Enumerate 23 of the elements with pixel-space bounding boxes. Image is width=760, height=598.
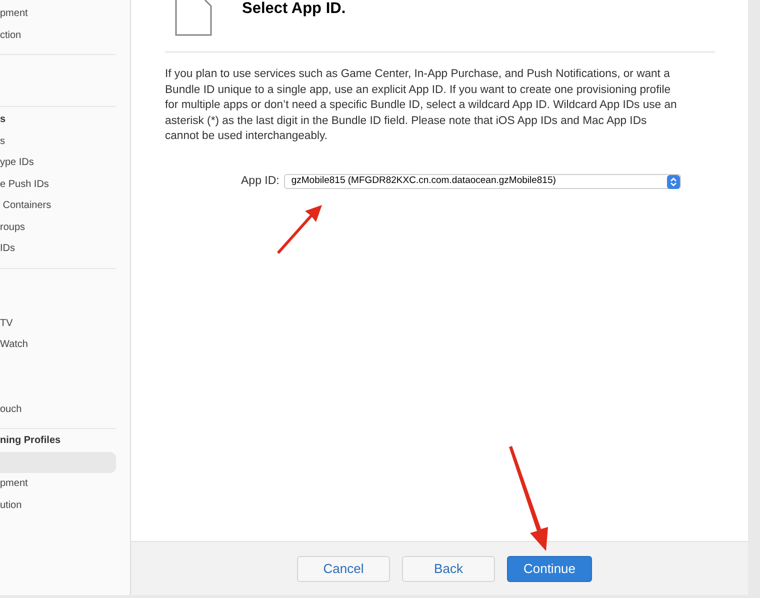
- secondary-button[interactable]: Cancel: [297, 556, 390, 582]
- sidebar-item[interactable]: TV: [0, 316, 13, 331]
- sidebar-heading: s: [0, 113, 6, 128]
- app-id-label: App ID:: [241, 174, 280, 189]
- continue-button[interactable]: Continue: [507, 556, 592, 582]
- sidebar-item[interactable]: pment: [0, 476, 28, 492]
- sidebar-item[interactable]: s: [0, 134, 5, 149]
- sidebar-item[interactable]: pment: [0, 6, 28, 22]
- sidebar-item[interactable]: Watch: [0, 337, 28, 352]
- sidebar-item[interactable]: ouch: [0, 402, 22, 417]
- page-title: Select App ID.: [242, 0, 346, 18]
- sidebar-item[interactable]: ution: [0, 498, 22, 513]
- sidebar-item[interactable]: ction: [0, 28, 22, 43]
- sidebar-item[interactable]: Containers: [0, 198, 52, 214]
- secondary-button[interactable]: Back: [402, 556, 495, 582]
- sidebar-item[interactable]: roups: [0, 220, 26, 235]
- sidebar-item[interactable]: e Push IDs: [0, 176, 49, 192]
- description-paragraph: If you plan to use services such as Game Center, In-App Purchase, and Push Notifications, or want a Bundle ID unique to a single app, use an explicit App ID. If you want to create one provisioning profile for multiple apps or don’t need a specific Bundle ID, select a wildcard App ID. Wildcard App IDs use an asterisk (*) as the last digit in the Bundle ID field. Please note that iOS App IDs and Mac App IDs cannot be used interchangeably.: [165, 67, 677, 144]
- sidebar-item[interactable]: IDs: [0, 241, 15, 256]
- sidebar-item[interactable]: ype IDs: [0, 155, 34, 170]
- stepper-icon: [667, 174, 680, 189]
- app-id-select[interactable]: gzMobile815 (MFGDR82KXC.cn.com.dataocean.gzMobile815): [284, 174, 682, 190]
- sidebar-heading: ning Profiles: [0, 434, 61, 448]
